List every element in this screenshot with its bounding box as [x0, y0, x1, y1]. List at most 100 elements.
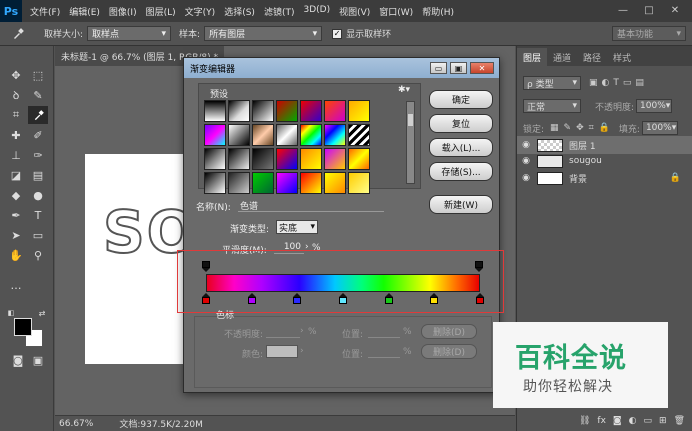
delete-color-stop-button[interactable]: 删除(D)	[421, 344, 477, 359]
preset-swatch[interactable]	[348, 172, 370, 194]
dodge-tool-icon[interactable]: ●	[28, 186, 48, 204]
eye-icon[interactable]: ◉	[517, 156, 535, 166]
ok-button[interactable]: 确定	[429, 90, 493, 109]
menu-window[interactable]: 窗口(W)	[379, 5, 413, 18]
link-icon[interactable]: ⛓	[579, 416, 590, 426]
menu-file[interactable]: 文件(F)	[30, 5, 60, 18]
preset-swatch[interactable]	[300, 172, 322, 194]
opacity-input[interactable]: 100% ▾	[636, 99, 673, 113]
screen-mode-icon[interactable]: ▣	[28, 351, 48, 369]
eye-icon[interactable]: ◉	[517, 140, 535, 150]
preset-swatch[interactable]	[324, 124, 346, 146]
preset-swatch[interactable]	[276, 100, 298, 122]
tab-channels[interactable]: 通道	[547, 48, 577, 66]
load-button[interactable]: 载入(L)...	[429, 138, 493, 157]
trash-icon[interactable]: 🗑	[674, 416, 685, 426]
sample-select[interactable]: 所有图层 ▾	[204, 26, 323, 41]
eraser-tool-icon[interactable]: ◪	[6, 166, 26, 184]
preset-swatch[interactable]	[276, 148, 298, 170]
new-layer-icon[interactable]: ⊞	[659, 416, 667, 426]
move-tool-icon[interactable]: ✥	[6, 66, 26, 84]
more-tools-icon[interactable]: …	[6, 276, 26, 294]
default-colors-icon[interactable]: ◧	[6, 308, 16, 318]
minimize-button[interactable]: —	[610, 2, 636, 19]
foreground-color-swatch[interactable]	[14, 318, 32, 336]
shape-tool-icon[interactable]: ▭	[28, 226, 48, 244]
presets-scrollbar[interactable]	[406, 101, 415, 184]
scrollbar-thumb[interactable]	[408, 114, 413, 126]
fx-icon[interactable]: fx	[597, 416, 606, 426]
delete-opacity-stop-button[interactable]: 删除(D)	[421, 324, 477, 339]
menu-select[interactable]: 选择(S)	[224, 5, 255, 18]
dialog-close-button[interactable]: ✕	[470, 62, 494, 74]
history-brush-tool-icon[interactable]: ✑	[28, 146, 48, 164]
eyedropper-icon[interactable]	[0, 27, 36, 40]
blend-mode-select[interactable]: 正常 ▾	[523, 99, 581, 113]
blur-tool-icon[interactable]: ◆	[6, 186, 26, 204]
close-button[interactable]: ✕	[662, 2, 688, 19]
show-ring-checkbox[interactable]: ✓	[332, 28, 343, 39]
tab-styles[interactable]: 样式	[607, 48, 637, 66]
preset-swatch[interactable]	[204, 100, 226, 122]
filter-icons[interactable]: ▣◐T▭▤	[589, 78, 648, 88]
crop-tool-icon[interactable]: ⌗	[6, 106, 26, 124]
preset-swatch[interactable]	[252, 148, 274, 170]
reset-button[interactable]: 复位	[429, 114, 493, 133]
preset-swatch[interactable]	[300, 148, 322, 170]
path-select-tool-icon[interactable]: ➤	[6, 226, 26, 244]
new-button[interactable]: 新建(W)	[429, 195, 493, 214]
stop-color-location-input[interactable]	[368, 346, 400, 358]
preset-swatch[interactable]	[252, 172, 274, 194]
gradient-tool-icon[interactable]: ▤	[28, 166, 48, 184]
hand-tool-icon[interactable]: ✋	[6, 246, 26, 264]
adjustment-icon[interactable]: ◐	[629, 416, 637, 426]
lock-icons[interactable]: ▦✎✥⌗🔒	[550, 123, 615, 133]
preset-swatch[interactable]	[204, 124, 226, 146]
menu-layer[interactable]: 图层(L)	[146, 5, 176, 18]
preset-swatch[interactable]	[324, 148, 346, 170]
preset-swatch[interactable]	[324, 172, 346, 194]
preset-swatch[interactable]	[348, 124, 370, 146]
stop-opacity-location-input[interactable]	[368, 326, 400, 338]
gradient-type-select[interactable]: 实底 ▾	[276, 220, 318, 234]
healing-tool-icon[interactable]: ✚	[6, 126, 26, 144]
gear-icon[interactable]: ✱▾	[398, 85, 410, 95]
zoom-level[interactable]: 66.67%	[59, 419, 93, 429]
quick-select-tool-icon[interactable]: ✎	[28, 86, 48, 104]
menu-3d[interactable]: 3D(D)	[303, 5, 330, 18]
menu-edit[interactable]: 编辑(E)	[69, 5, 100, 18]
menu-filter[interactable]: 滤镜(T)	[264, 5, 295, 18]
restore-button[interactable]: □	[636, 2, 662, 19]
layer-row[interactable]: ◉ sougou	[517, 152, 692, 170]
dialog-minimize-button[interactable]: ▭	[430, 62, 447, 74]
preset-swatch[interactable]	[276, 172, 298, 194]
filter-kind-select[interactable]: ρ 类型 ▾	[523, 76, 581, 90]
folder-icon[interactable]: ▭	[644, 416, 653, 426]
stop-opacity-input[interactable]	[266, 326, 300, 338]
menu-image[interactable]: 图像(I)	[109, 5, 137, 18]
preset-swatch[interactable]	[300, 124, 322, 146]
preset-swatch[interactable]	[252, 100, 274, 122]
menu-view[interactable]: 视图(V)	[339, 5, 370, 18]
chevron-right-icon[interactable]: ›	[300, 326, 304, 336]
preset-swatch[interactable]	[204, 148, 226, 170]
pen-tool-icon[interactable]: ✒	[6, 206, 26, 224]
preset-swatch[interactable]	[252, 124, 274, 146]
preset-swatch[interactable]	[348, 100, 370, 122]
preset-swatch[interactable]	[228, 124, 250, 146]
menu-type[interactable]: 文字(Y)	[185, 5, 216, 18]
dialog-maximize-button[interactable]: ▣	[450, 62, 467, 74]
tab-paths[interactable]: 路径	[577, 48, 607, 66]
lasso-tool-icon[interactable]: ꝺ	[6, 86, 26, 104]
menu-help[interactable]: 帮助(H)	[422, 5, 454, 18]
eyedropper-tool-icon[interactable]	[28, 106, 48, 124]
layer-row[interactable]: ◉ 背景 🔒	[517, 169, 692, 187]
tab-layers[interactable]: 图层	[517, 48, 548, 66]
preset-swatch[interactable]	[324, 100, 346, 122]
preset-swatch[interactable]	[228, 172, 250, 194]
preset-swatch[interactable]	[348, 148, 370, 170]
name-input[interactable]: 色谱	[238, 199, 384, 212]
preset-swatch[interactable]	[276, 124, 298, 146]
zoom-tool-icon[interactable]: ⚲	[28, 246, 48, 264]
type-tool-icon[interactable]: T	[28, 206, 48, 224]
